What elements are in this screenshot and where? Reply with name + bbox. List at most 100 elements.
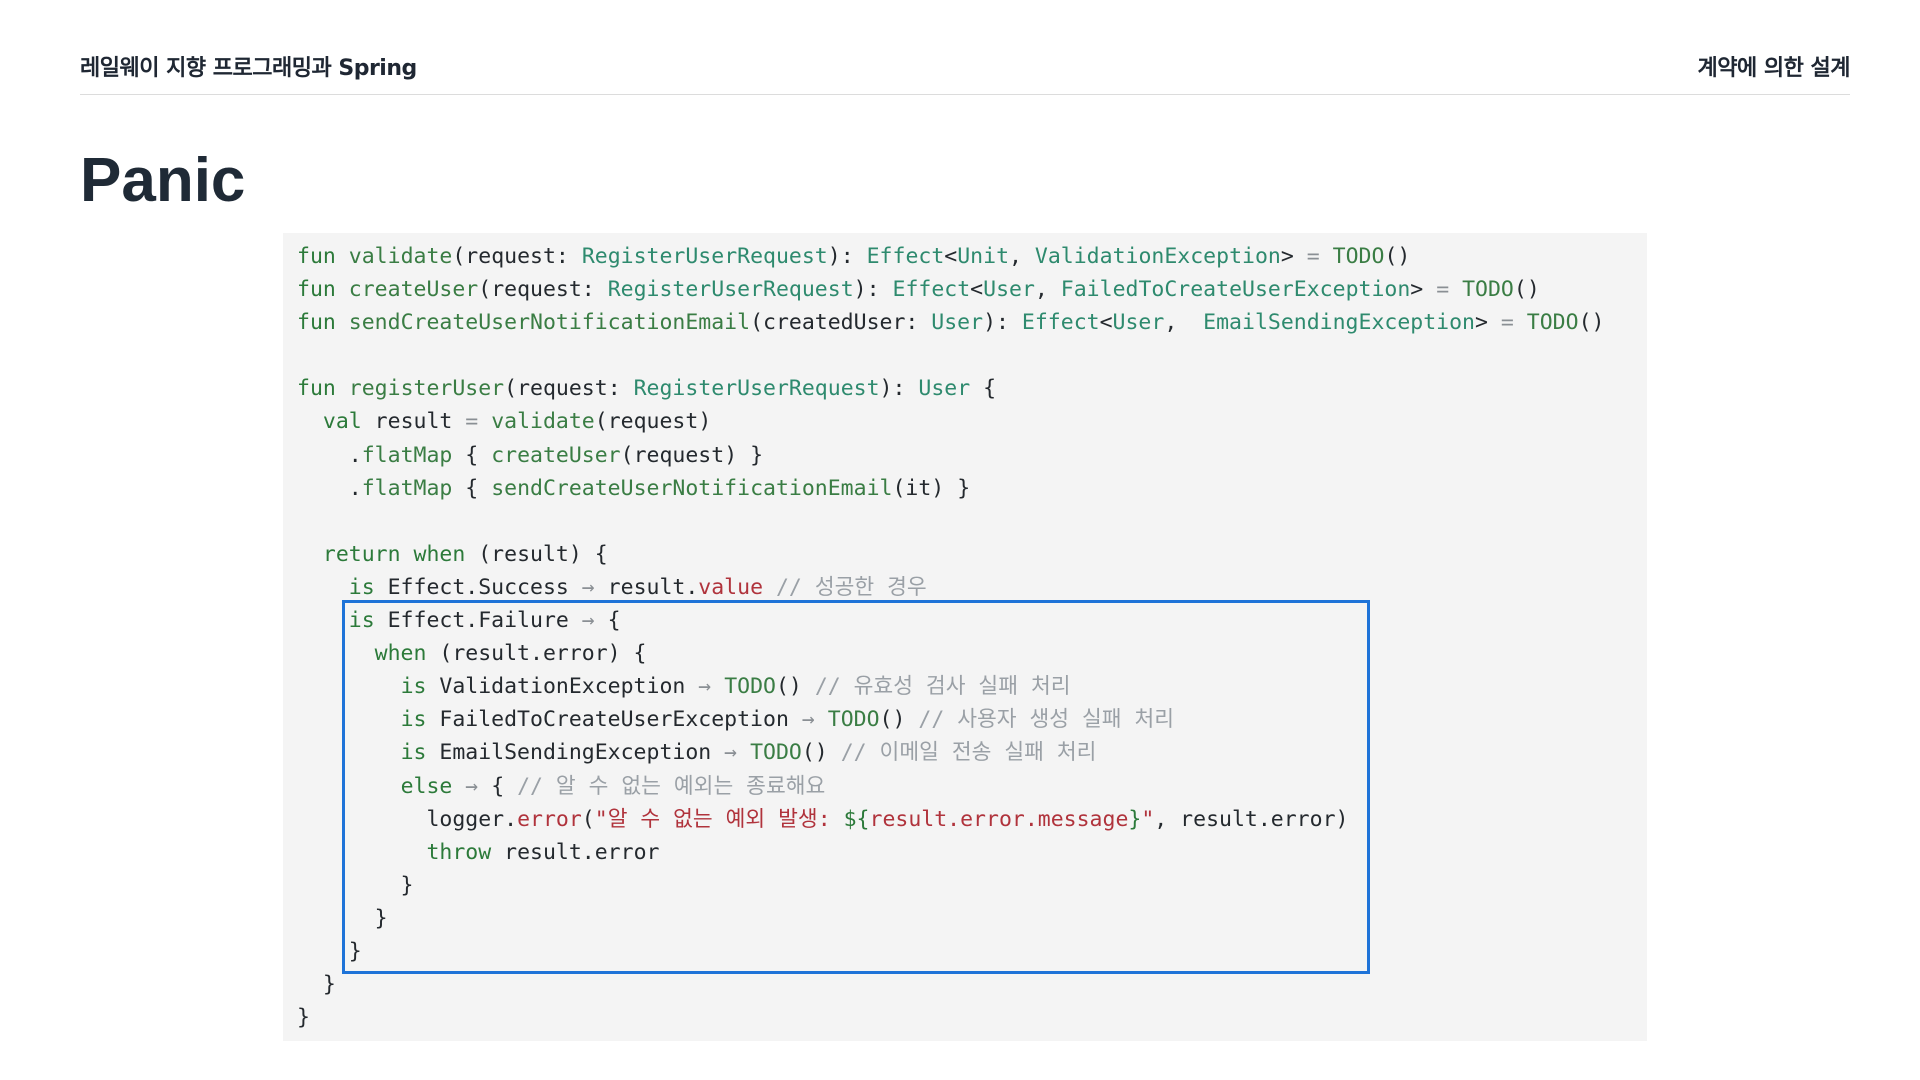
code-token: // 알 수 없는 예외는 종료해요 bbox=[517, 773, 826, 799]
code-token: is bbox=[348, 608, 375, 634]
code-token: "알 수 없는 예외 발생: bbox=[594, 806, 844, 832]
code-token: TODO bbox=[1462, 277, 1514, 303]
code-token: val bbox=[322, 409, 362, 435]
code-token: fun bbox=[297, 277, 336, 303]
code-token: createUser bbox=[491, 442, 621, 468]
code-token: result bbox=[361, 409, 466, 435]
presentation-title: 레일웨이 지향 프로그래밍과 Spring bbox=[80, 56, 417, 81]
code-token: throw bbox=[426, 839, 492, 865]
code-token: (result.error) { bbox=[426, 641, 647, 667]
code-token: RegisterUserRequest bbox=[633, 376, 880, 402]
code-token: < bbox=[1099, 310, 1113, 336]
code-token: FailedToCreateUserException bbox=[426, 707, 802, 733]
code-token: → bbox=[465, 773, 479, 799]
code-token: ${ bbox=[843, 806, 870, 832]
code-token: → bbox=[581, 574, 595, 600]
code-token: = bbox=[1500, 310, 1514, 336]
code-token: registerUser bbox=[348, 376, 505, 402]
code-token: User bbox=[983, 277, 1035, 303]
code-token: → bbox=[724, 740, 738, 766]
code-token: Effect.Success bbox=[374, 574, 582, 600]
code-line: logger.error("알 수 없는 예외 발생: ${result.err… bbox=[297, 803, 1604, 836]
code-token: } bbox=[297, 938, 362, 964]
code-token: . bbox=[297, 475, 362, 501]
code-token: when bbox=[413, 541, 466, 567]
code-token: User bbox=[1112, 310, 1165, 336]
code-token: = bbox=[1306, 244, 1320, 269]
code-token: User bbox=[931, 310, 984, 336]
code-token: ): bbox=[853, 277, 893, 303]
code-token: { bbox=[594, 608, 621, 634]
code-line: .flatMap { createUser(request) } bbox=[297, 439, 1604, 472]
code-token: () bbox=[1513, 277, 1540, 303]
code-token: fun bbox=[297, 310, 336, 336]
code-token: (request: bbox=[478, 277, 608, 303]
code-token: EmailSendingException bbox=[426, 740, 725, 766]
code-token: logger. bbox=[297, 806, 518, 832]
code-token: sendCreateUserNotificationEmail bbox=[348, 310, 751, 336]
code-line: is Effect.Success → result.value // 성공한 … bbox=[297, 571, 1604, 604]
code-line: when (result.error) { bbox=[297, 637, 1604, 670]
code-block: fun validate (request: RegisterUserReques… bbox=[283, 233, 1647, 1041]
code-token: () bbox=[1384, 244, 1411, 269]
code-token: Effect bbox=[1021, 310, 1100, 336]
code-token: is bbox=[400, 674, 427, 700]
code-line: fun sendCreateUserNotificationEmail(crea… bbox=[297, 306, 1604, 339]
code-token: → bbox=[581, 608, 595, 634]
code-token: () bbox=[775, 674, 815, 700]
code-token: () bbox=[1578, 310, 1605, 336]
slide-title: Panic bbox=[80, 146, 246, 215]
code-token: . bbox=[297, 442, 362, 468]
code-token: TODO bbox=[750, 740, 802, 766]
code-line: is FailedToCreateUserException → TODO() … bbox=[297, 703, 1604, 736]
code-token: () bbox=[801, 740, 841, 766]
code-token: (it) } bbox=[892, 475, 971, 501]
code-token: FailedToCreateUserException bbox=[1060, 277, 1411, 303]
code-token: > bbox=[1410, 277, 1437, 303]
code-token: // 사용자 생성 실패 처리 bbox=[918, 707, 1175, 733]
code-token: error bbox=[517, 806, 582, 832]
code-token: value bbox=[698, 574, 764, 600]
code-token: > bbox=[1280, 244, 1307, 269]
code-lines: fun validate (request: RegisterUserReques… bbox=[297, 240, 1604, 1034]
code-token: (request) bbox=[594, 409, 712, 435]
code-line: fun registerUser(request: RegisterUserRe… bbox=[297, 372, 1604, 405]
code-token: } bbox=[297, 872, 414, 898]
code-token: RegisterUserRequest bbox=[607, 277, 854, 303]
code-token: validate bbox=[491, 409, 595, 435]
code-token: Effect.Failure bbox=[374, 608, 582, 634]
code-token: } bbox=[1128, 806, 1142, 832]
code-token: Effect bbox=[892, 277, 971, 303]
code-token: ( bbox=[581, 806, 595, 832]
code-token: { bbox=[478, 773, 518, 799]
code-token: TODO bbox=[1526, 310, 1579, 336]
code-token: RegisterUserRequest bbox=[581, 244, 828, 269]
code-token: { bbox=[970, 376, 997, 402]
code-token: = bbox=[1436, 277, 1450, 303]
code-token: ValidationException bbox=[426, 674, 699, 700]
code-token: , result.error) bbox=[1154, 806, 1349, 832]
code-token: EmailSendingException bbox=[1203, 310, 1475, 336]
code-token: TODO bbox=[1332, 244, 1385, 269]
code-token: TODO bbox=[827, 707, 880, 733]
code-token: > bbox=[1475, 310, 1501, 336]
code-line: is Effect.Failure → { bbox=[297, 604, 1604, 637]
code-token: { bbox=[452, 475, 492, 501]
code-token: // 성공한 경우 bbox=[775, 574, 927, 600]
